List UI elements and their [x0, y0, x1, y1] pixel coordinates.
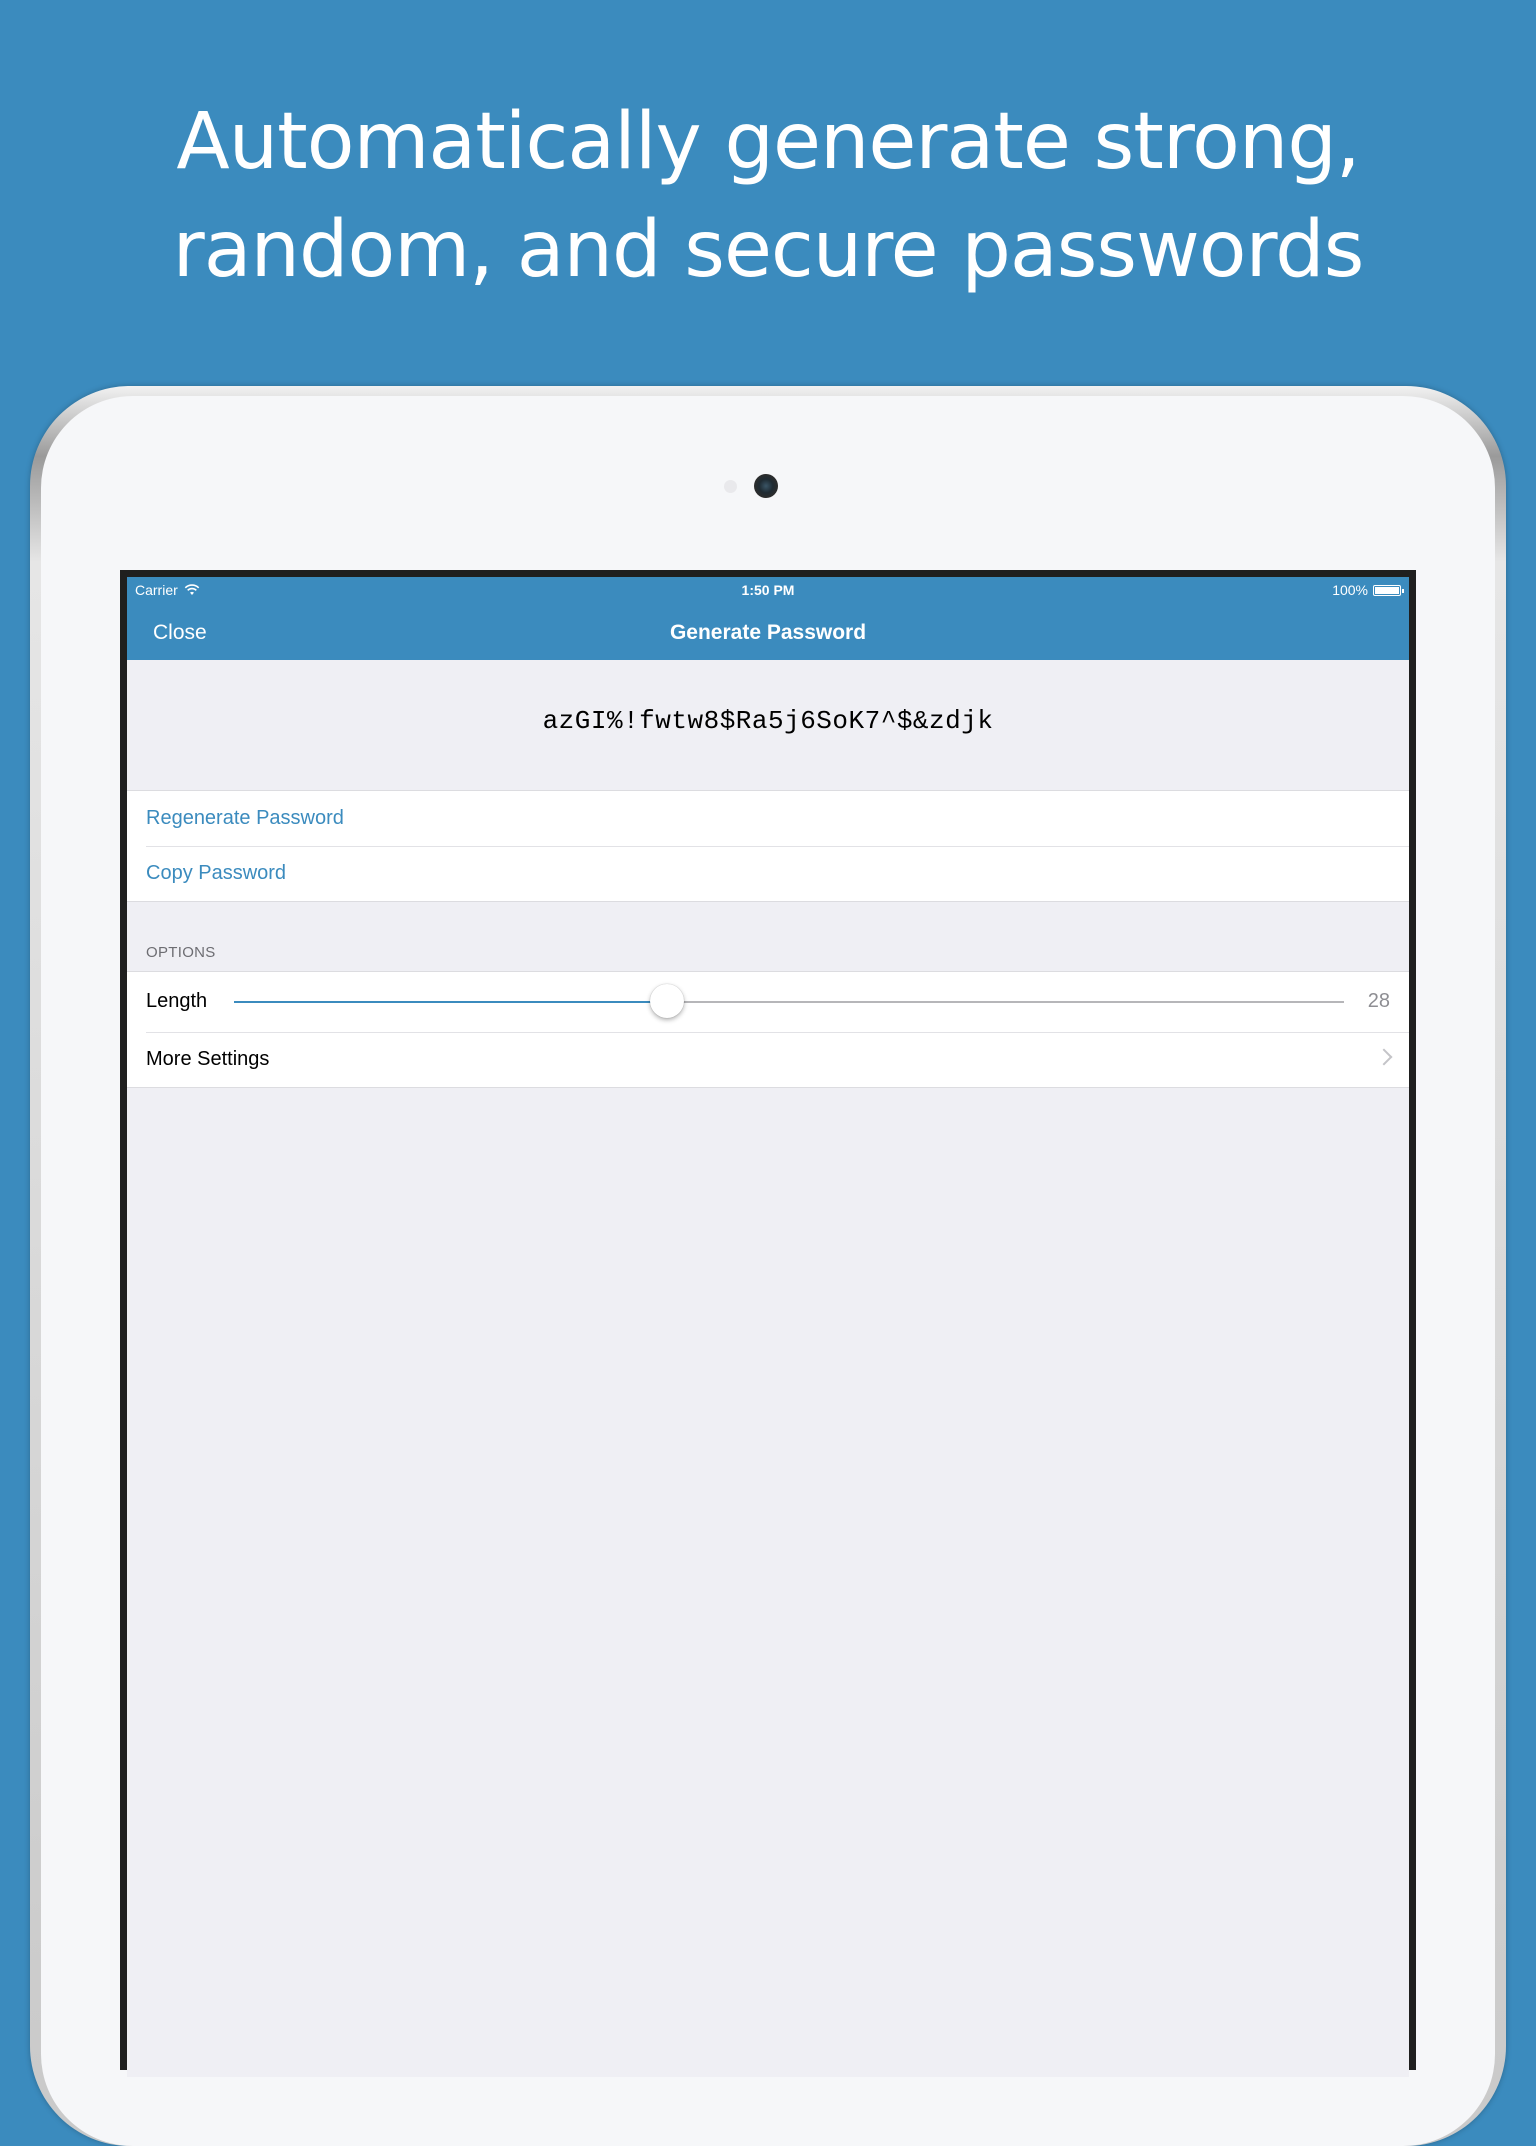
status-bar: Carrier 1:50 PM 100% [127, 577, 1409, 604]
headline-line-2: random, and secure passwords [172, 205, 1365, 295]
more-settings-label: More Settings [146, 1048, 270, 1070]
copy-password-button[interactable]: Copy Password [146, 862, 286, 885]
copy-password-row[interactable]: Copy Password [127, 846, 1409, 901]
options-header: OPTIONS [146, 944, 216, 961]
generated-password: azGI%!fwtw8$Ra5j6SoK7^$&zdjk [542, 706, 994, 736]
regenerate-password-button[interactable]: Regenerate Password [146, 807, 344, 830]
regenerate-password-row[interactable]: Regenerate Password [127, 791, 1409, 846]
options-group: Length 28 More Settings [127, 971, 1409, 1088]
more-settings-row[interactable]: More Settings [127, 1032, 1409, 1087]
page-title: Generate Password [669, 621, 867, 644]
battery-percent: 100% [1332, 582, 1368, 598]
length-label: Length [146, 990, 208, 1012]
screen: Carrier 1:50 PM 100% Close Generate Pass… [120, 570, 1416, 2077]
headline-line-1: Automatically generate strong, [176, 97, 1360, 187]
password-actions: Regenerate Password Copy Password [127, 790, 1409, 902]
length-value: 28 [1367, 990, 1390, 1012]
length-row: Length 28 [127, 972, 1409, 1032]
battery-icon [1373, 584, 1404, 596]
length-slider-thumb[interactable] [649, 984, 684, 1018]
navigation-bar: Close Generate Password [127, 604, 1409, 660]
status-time: 1:50 PM [741, 582, 795, 598]
password-display: azGI%!fwtw8$Ra5j6SoK7^$&zdjk [127, 660, 1409, 790]
length-slider[interactable] [234, 984, 1344, 1018]
proximity-sensor [724, 480, 737, 493]
battery-indicator: 100% [1332, 582, 1404, 598]
front-camera [754, 474, 778, 498]
length-slider-fill [234, 1001, 667, 1003]
chevron-right-icon [1375, 1048, 1393, 1066]
headline: Automatically generate strong, random, a… [0, 88, 1536, 304]
app-display: Carrier 1:50 PM 100% Close Generate Pass… [127, 577, 1409, 2077]
